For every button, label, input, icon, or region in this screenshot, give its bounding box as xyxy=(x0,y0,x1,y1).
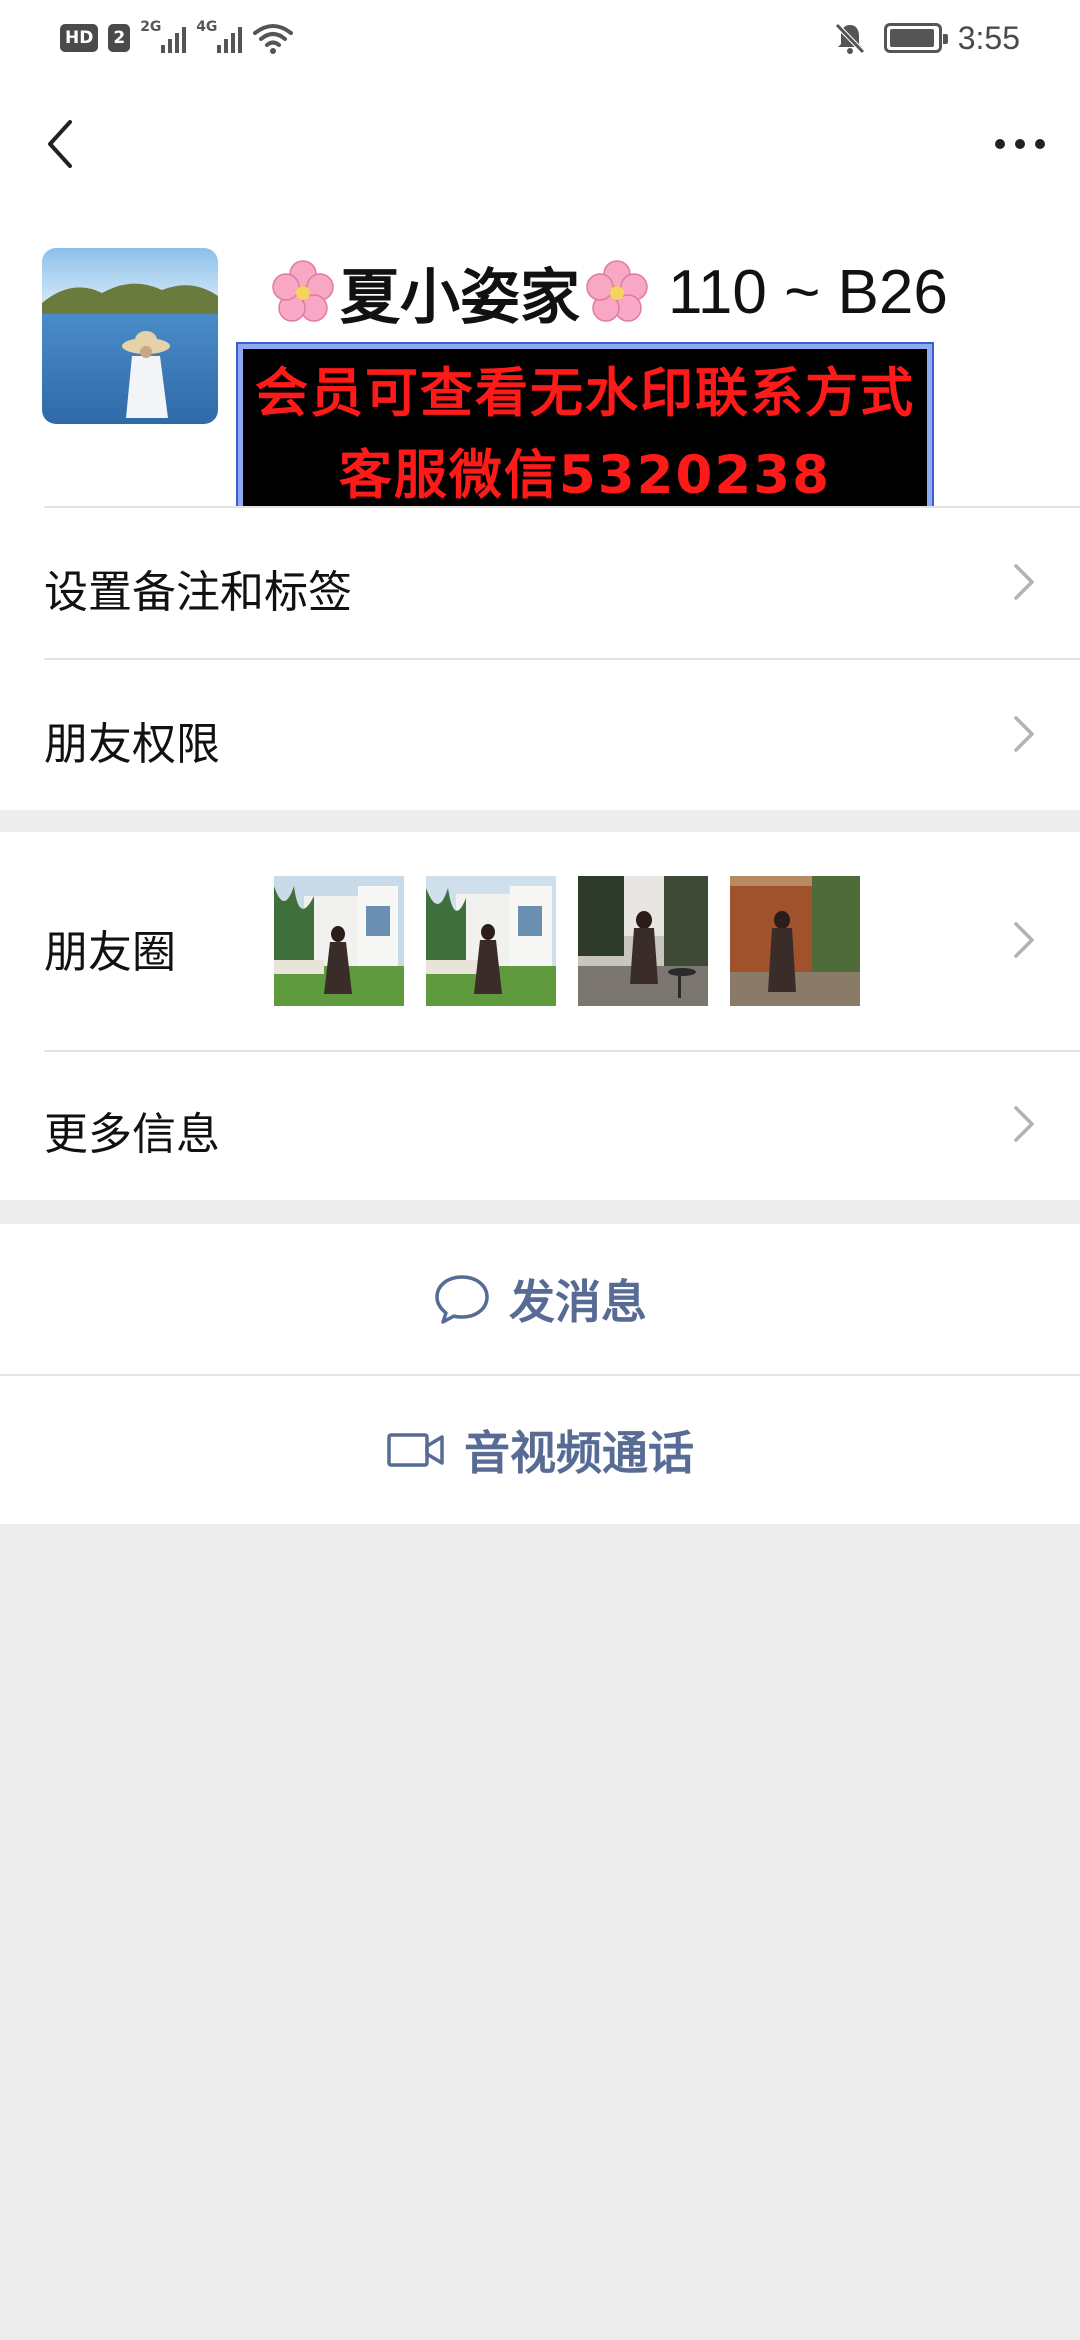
profile-header: 夏小姿家 110 ~ B26 会员可查看无水印联系方式 客服微信5320238 xyxy=(0,210,1080,518)
row-friend-permissions-label: 朋友权限 xyxy=(44,719,220,770)
row-more-info[interactable]: 更多信息 xyxy=(0,1050,1080,1200)
chat-bubble-icon xyxy=(435,1275,489,1324)
moments-thumbnail xyxy=(730,876,860,1006)
row-moments-label: 朋友圈 xyxy=(44,927,176,978)
video-call-button[interactable]: 音视频通话 xyxy=(0,1374,1080,1524)
nav-bar xyxy=(0,76,1080,210)
profile-name-code: 110 ~ B26 xyxy=(668,257,948,327)
sim-badge: 2 xyxy=(108,24,131,52)
net1-label: 2G xyxy=(140,19,162,35)
battery-icon xyxy=(883,23,948,53)
cherry-blossom-icon xyxy=(586,260,648,322)
video-camera-icon xyxy=(387,1433,444,1467)
signal-4g-icon: 4G xyxy=(196,19,243,55)
more-button[interactable] xyxy=(980,104,1060,184)
divider xyxy=(44,506,1080,508)
row-remark-tags-label: 设置备注和标签 xyxy=(44,567,352,618)
profile-name-text: 夏小姿家 xyxy=(340,262,580,333)
chevron-right-icon xyxy=(1014,716,1034,752)
chevron-right-icon xyxy=(1014,922,1034,958)
status-time: 3:55 xyxy=(957,19,1020,56)
status-bar-left: HD 2 2G 4G xyxy=(60,18,294,58)
profile-name: 夏小姿家 110 ~ B26 xyxy=(270,252,948,333)
divider xyxy=(44,1050,1080,1052)
row-friend-permissions[interactable]: 朋友权限 xyxy=(0,658,1080,810)
cherry-blossom-icon xyxy=(272,260,334,322)
status-bar: HD 2 2G 4G 3:55 xyxy=(0,0,1080,76)
more-dots-icon xyxy=(995,139,1045,149)
row-moments[interactable]: 朋友圈 xyxy=(0,832,1080,1050)
back-button[interactable] xyxy=(28,104,92,184)
send-message-label: 发消息 xyxy=(509,1275,647,1329)
status-bar-right: 3:55 xyxy=(832,18,1020,58)
send-message-button[interactable]: 发消息 xyxy=(0,1224,1080,1374)
moments-thumbnail xyxy=(274,876,404,1006)
divider xyxy=(44,658,1080,660)
net2-label: 4G xyxy=(196,19,218,35)
avatar[interactable] xyxy=(42,248,218,424)
signal-2g-icon: 2G xyxy=(140,19,187,55)
wifi-icon xyxy=(253,24,294,54)
video-call-label: 音视频通话 xyxy=(464,1426,694,1480)
chevron-left-icon xyxy=(48,120,72,168)
moments-thumbnail xyxy=(578,876,708,1006)
watermark-line-2: 客服微信5320238 xyxy=(338,445,832,506)
moments-thumbnail xyxy=(426,876,556,1006)
watermark-line-1: 会员可查看无水印联系方式 xyxy=(255,363,915,424)
watermark-banner: 会员可查看无水印联系方式 客服微信5320238 xyxy=(236,342,934,518)
mute-bell-icon xyxy=(834,23,865,54)
hd-badge: HD xyxy=(60,24,99,52)
chevron-right-icon xyxy=(1014,1106,1034,1142)
chevron-right-icon xyxy=(1014,564,1034,600)
row-remark-tags[interactable]: 设置备注和标签 xyxy=(0,506,1080,658)
row-more-info-label: 更多信息 xyxy=(44,1109,220,1160)
